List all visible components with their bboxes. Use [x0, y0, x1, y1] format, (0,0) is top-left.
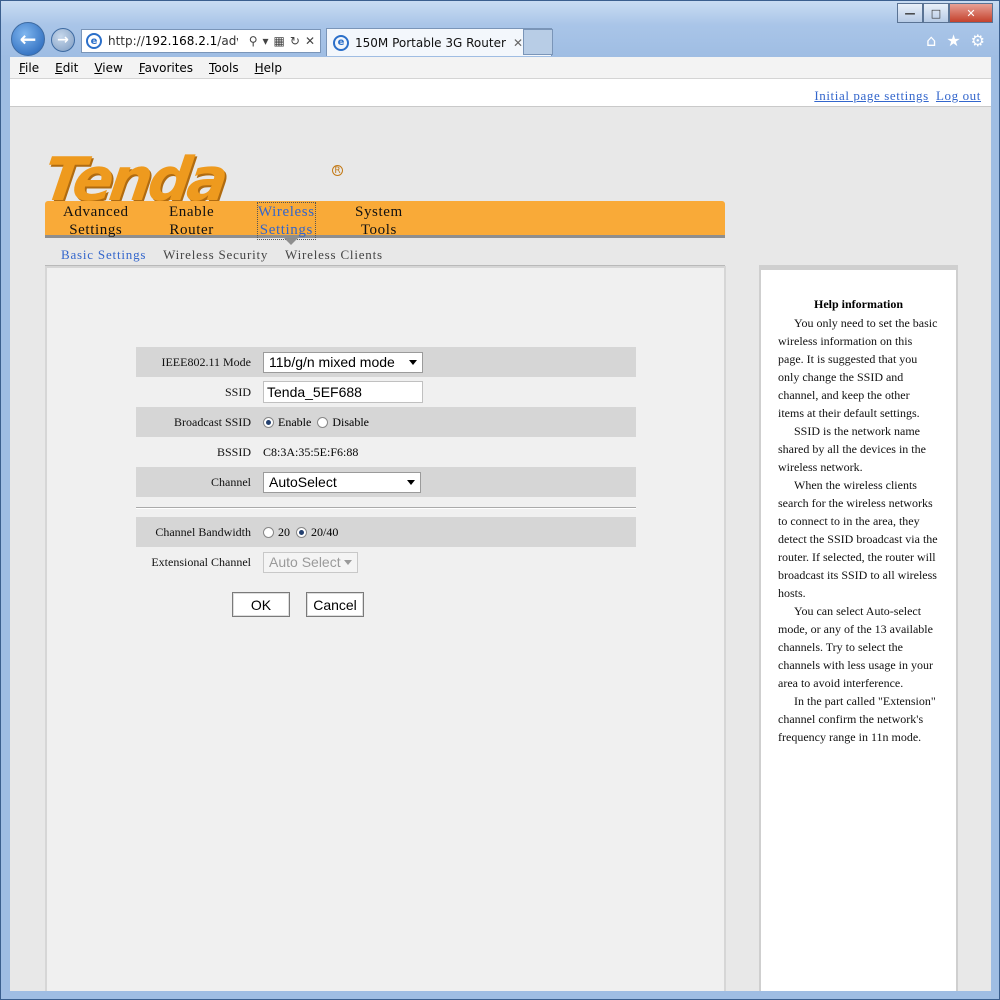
form-row-bandwidth: Channel Bandwidth 20 20/40 — [136, 517, 636, 547]
nav-advanced-settings[interactable]: Advanced Settings — [63, 203, 129, 239]
bandwidth-label: Channel Bandwidth — [155, 524, 251, 539]
mode-label: IEEE802.11 Mode — [161, 354, 251, 369]
ssid-input[interactable]: Tenda_5EF688 — [263, 381, 423, 403]
extensional-channel-select: Auto Select — [263, 551, 358, 573]
initial-page-settings-link[interactable]: Initial page settings — [814, 88, 928, 103]
form-row-mode: IEEE802.11 Mode 11b/g/n mixed mode — [136, 347, 636, 377]
stop-icon[interactable]: ✕ — [305, 34, 315, 48]
settings-gear-icon[interactable]: ⚙ — [971, 31, 985, 50]
form-row-channel: Channel AutoSelect — [136, 467, 636, 497]
page-viewport: Initial page settings Log out Tenda R Ad… — [10, 79, 991, 991]
registered-mark: R — [332, 165, 343, 176]
close-button[interactable]: ✕ — [949, 3, 993, 23]
menu-bar: File Edit View Favorites Tools Help — [10, 57, 991, 79]
form-row-bssid: BSSID C8:3A:35:5E:F6:88 — [136, 437, 636, 467]
sub-navigation: Basic Settings Wireless Security Wireles… — [61, 247, 396, 263]
channel-label: Channel — [211, 474, 251, 489]
bandwidth-2040-label: 20/40 — [311, 524, 339, 539]
home-icon[interactable]: ⌂ — [926, 31, 936, 50]
new-tab-button[interactable] — [523, 29, 553, 55]
window-controls: — □ ✕ — [897, 3, 993, 23]
compat-view-icon[interactable]: ▦ — [274, 34, 285, 48]
browser-tab[interactable]: e 150M Portable 3G Router ✕ — [326, 28, 552, 56]
broadcast-ssid-label: Broadcast SSID — [174, 414, 251, 429]
chevron-down-icon — [344, 559, 352, 565]
help-paragraph: You only need to set the basic wireless … — [778, 316, 938, 420]
menu-favorites[interactable]: Favorites — [139, 61, 193, 75]
router-page: Tenda R Advanced Settings Enable Router Wi… — [10, 107, 991, 991]
channel-select[interactable]: AutoSelect — [263, 471, 421, 493]
form-row-broadcast: Broadcast SSID Enable Disable — [136, 407, 636, 437]
tab-close-icon[interactable]: ✕ — [513, 36, 523, 50]
menu-tools[interactable]: Tools — [209, 61, 239, 75]
ok-button[interactable]: OK — [232, 592, 290, 617]
favorites-star-icon[interactable]: ★ — [946, 31, 960, 50]
forward-button[interactable]: → — [51, 28, 75, 52]
broadcast-enable-radio[interactable] — [263, 416, 274, 428]
dropdown-icon[interactable]: ▾ — [263, 34, 269, 48]
maximize-button[interactable]: □ — [923, 3, 949, 23]
mode-select[interactable]: 11b/g/n mixed mode — [263, 351, 423, 373]
settings-panel: IEEE802.11 Mode 11b/g/n mixed mode SSID … — [45, 266, 726, 991]
tab-favicon: e — [333, 34, 349, 51]
menu-view[interactable]: View — [94, 61, 122, 75]
help-panel: Help information You only need to set th… — [759, 265, 958, 991]
wireless-basic-form: IEEE802.11 Mode 11b/g/n mixed mode SSID … — [136, 347, 636, 577]
form-row-ssid: SSID Tenda_5EF688 — [136, 377, 636, 407]
bandwidth-20-label: 20 — [278, 524, 290, 539]
minimize-button[interactable]: — — [897, 3, 923, 23]
help-paragraph: SSID is the network name shared by all t… — [778, 424, 926, 474]
refresh-icon[interactable]: ↻ — [290, 34, 300, 48]
ssid-label: SSID — [224, 384, 251, 399]
tab-title: 150M Portable 3G Router — [355, 35, 506, 50]
main-navigation: Advanced Settings Enable Router Wireless Se… — [45, 201, 725, 245]
chevron-down-icon — [409, 359, 417, 365]
nav-system-tools[interactable]: System Tools — [355, 203, 403, 239]
menu-edit[interactable]: Edit — [55, 61, 78, 75]
ie-icon: e — [86, 33, 102, 49]
broadcast-disable-label: Disable — [332, 414, 369, 429]
help-paragraph: When the wireless clients search for the… — [778, 478, 938, 600]
top-links: Initial page settings Log out — [810, 88, 981, 104]
nav-wireless-settings[interactable]: Wireless Settings — [257, 202, 316, 240]
broadcast-enable-label: Enable — [278, 414, 312, 429]
form-row-extension: Extensional Channel Auto Select — [136, 547, 636, 577]
subnav-basic-settings[interactable]: Basic Settings — [61, 247, 146, 262]
form-buttons: OK Cancel — [232, 592, 364, 617]
broadcast-disable-radio[interactable] — [317, 416, 329, 428]
chevron-down-icon — [407, 479, 415, 485]
help-paragraph: You can select Auto-select mode, or any … — [778, 604, 933, 690]
bssid-value: C8:3A:35:5E:F6:88 — [263, 444, 359, 459]
browser-window: — □ ✕ ← → e http://192.168.2.1/advan ⚲ ▾… — [0, 0, 1000, 1000]
bandwidth-20-radio[interactable] — [263, 526, 274, 538]
subnav-wireless-security[interactable]: Wireless Security — [163, 247, 268, 262]
menu-file[interactable]: File — [19, 61, 39, 75]
help-title: Help information — [814, 297, 903, 311]
logout-link[interactable]: Log out — [936, 88, 981, 103]
bssid-label: BSSID — [216, 444, 251, 459]
back-button[interactable]: ← — [11, 22, 45, 56]
menu-help[interactable]: Help — [255, 61, 282, 75]
subnav-wireless-clients[interactable]: Wireless Clients — [285, 247, 383, 262]
help-body: You only need to set the basic wireless … — [778, 314, 938, 746]
extensional-channel-label: Extensional Channel — [151, 554, 251, 569]
address-text[interactable]: http://192.168.2.1/advan — [108, 34, 238, 48]
form-divider — [136, 507, 636, 509]
cancel-button[interactable]: Cancel — [306, 592, 364, 617]
active-nav-pointer — [284, 238, 298, 245]
search-icon[interactable]: ⚲ — [249, 34, 258, 48]
bandwidth-2040-radio[interactable] — [296, 526, 307, 538]
nav-enable-router[interactable]: Enable Router — [169, 203, 214, 239]
help-paragraph: In the part called "Extension" channel c… — [778, 694, 936, 744]
address-bar[interactable]: e http://192.168.2.1/advan ⚲ ▾ ▦ ↻ ✕ — [81, 29, 321, 53]
